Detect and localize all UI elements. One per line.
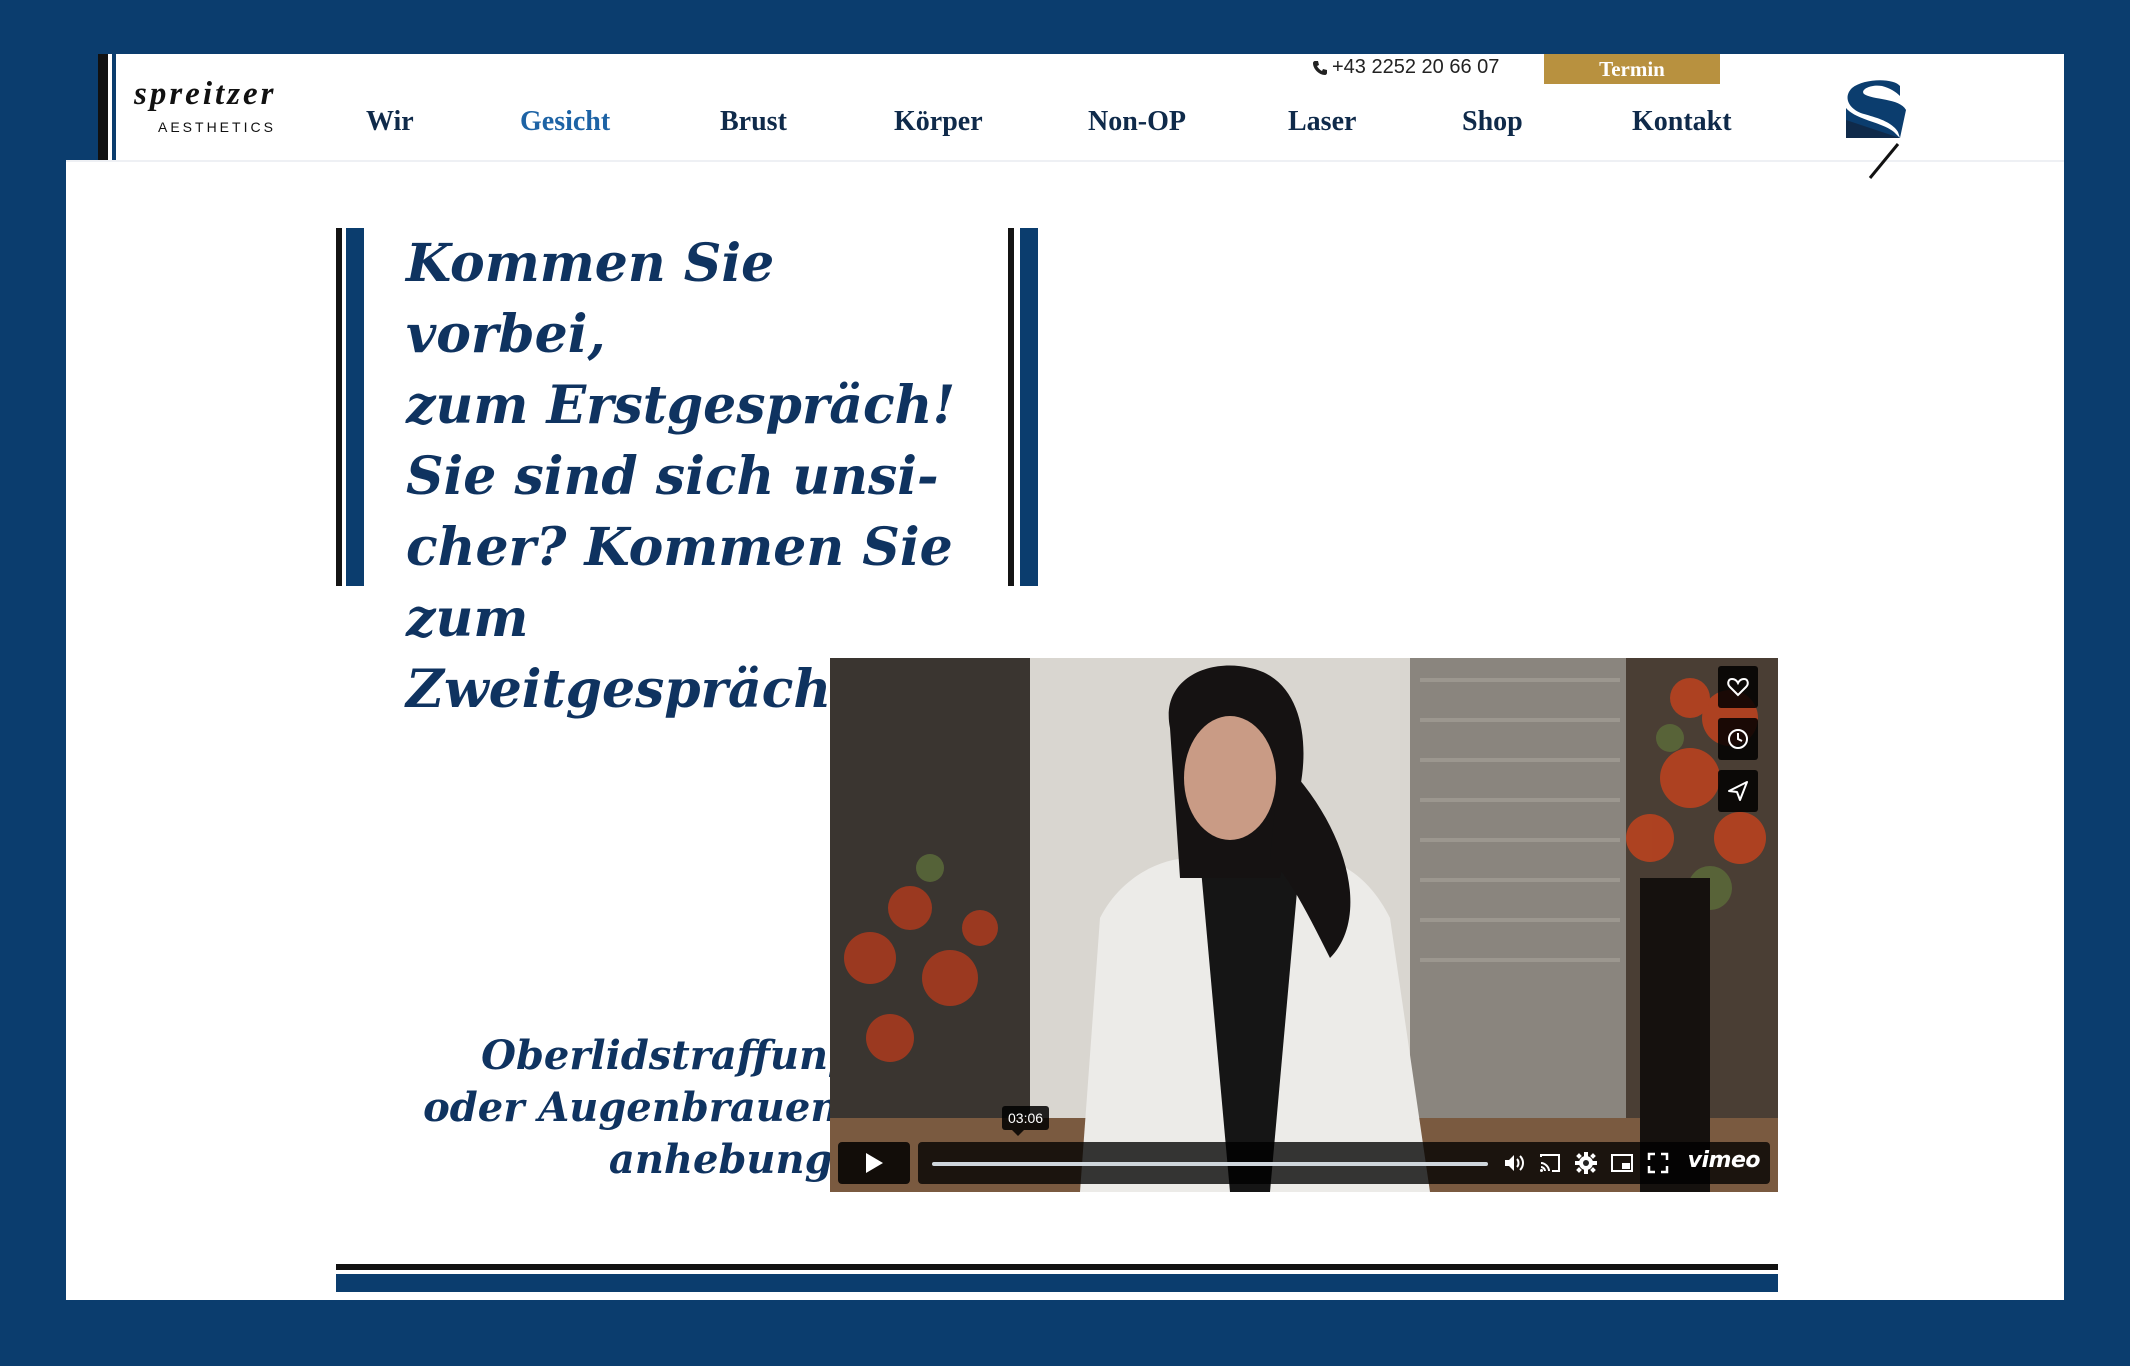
pip-icon[interactable] [1610, 1151, 1634, 1175]
brand-logo[interactable]: spreitzer AESTHETICS [134, 76, 277, 136]
nav-item-brust[interactable]: Brust [720, 106, 787, 138]
nav-item-shop[interactable]: Shop [1462, 106, 1523, 138]
video-controls: 03:06 vimeo [838, 1106, 1770, 1184]
quote-line: zum Zweitgespräch. [406, 588, 850, 720]
quote-bar-right-dark [1008, 228, 1014, 586]
quote-bar-left-blue [346, 228, 364, 586]
phone-link[interactable]: +43 2252 20 66 07 [1312, 56, 1499, 79]
quote-line: zum Erstgespräch! [406, 375, 956, 436]
video-frame [830, 658, 1778, 1192]
video-heading-line: anhebung? [608, 1136, 856, 1183]
brand-subtitle: AESTHETICS [158, 119, 276, 135]
cast-icon[interactable] [1538, 1151, 1562, 1175]
share-icon [1728, 781, 1748, 801]
nav-item-gesicht[interactable]: Gesicht [520, 106, 610, 138]
nav-item-non-op[interactable]: Non-OP [1088, 106, 1186, 138]
play-button[interactable] [838, 1142, 910, 1184]
quote-line: Kommen Sie vorbei, [406, 233, 775, 365]
vimeo-logo[interactable]: vimeo [1688, 1148, 1761, 1173]
nav-item-kontakt[interactable]: Kontakt [1632, 106, 1732, 138]
phone-icon [1313, 60, 1327, 75]
vimeo-video-player[interactable]: 03:06 vimeo [830, 658, 1778, 1192]
quote-text: Kommen Sie vorbei, zum Erstgespräch! Sie… [406, 228, 986, 725]
nav-item-laser[interactable]: Laser [1288, 106, 1356, 138]
control-bar: 03:06 vimeo [918, 1106, 1770, 1184]
time-display: 03:06 [1002, 1106, 1050, 1136]
nav-item-wir[interactable]: Wir [366, 106, 414, 138]
video-heading: Oberlidstraffung oder Augenbrauen- anheb… [336, 1030, 856, 1186]
progress-bar[interactable] [932, 1162, 1488, 1166]
page: spreitzer AESTHETICS +43 2252 20 66 07 T… [66, 54, 2064, 1300]
termin-button[interactable]: Termin [1544, 54, 1720, 84]
quote-line: Sie sind sich unsi- [406, 446, 939, 507]
heart-icon [1727, 677, 1749, 697]
like-button[interactable] [1718, 666, 1758, 708]
settings-icon[interactable] [1574, 1151, 1598, 1175]
s-monogram-icon[interactable] [1842, 80, 1912, 180]
site-header: spreitzer AESTHETICS +43 2252 20 66 07 T… [66, 54, 2064, 179]
phone-number: +43 2252 20 66 07 [1332, 56, 1500, 78]
video-heading-line: Oberlidstraffung [481, 1032, 856, 1079]
quote-bar-left-dark [336, 228, 342, 586]
watch-later-button[interactable] [1718, 718, 1758, 760]
quote-bar-right-blue [1020, 228, 1038, 586]
brand-name: spreitzer [134, 76, 277, 112]
fullscreen-icon[interactable] [1646, 1151, 1670, 1175]
quote-block: Kommen Sie vorbei, zum Erstgespräch! Sie… [336, 228, 1038, 720]
nav-item-koerper[interactable]: Körper [894, 106, 983, 138]
video-heading-line: oder Augenbrauen- [423, 1084, 856, 1131]
quote-line: cher? Kommen Sie [406, 517, 953, 578]
volume-icon[interactable] [1502, 1151, 1526, 1175]
play-icon [866, 1153, 883, 1173]
divider-blue [336, 1274, 1778, 1292]
share-button[interactable] [1718, 770, 1758, 812]
clock-icon [1728, 729, 1748, 749]
divider-dark [336, 1264, 1778, 1270]
